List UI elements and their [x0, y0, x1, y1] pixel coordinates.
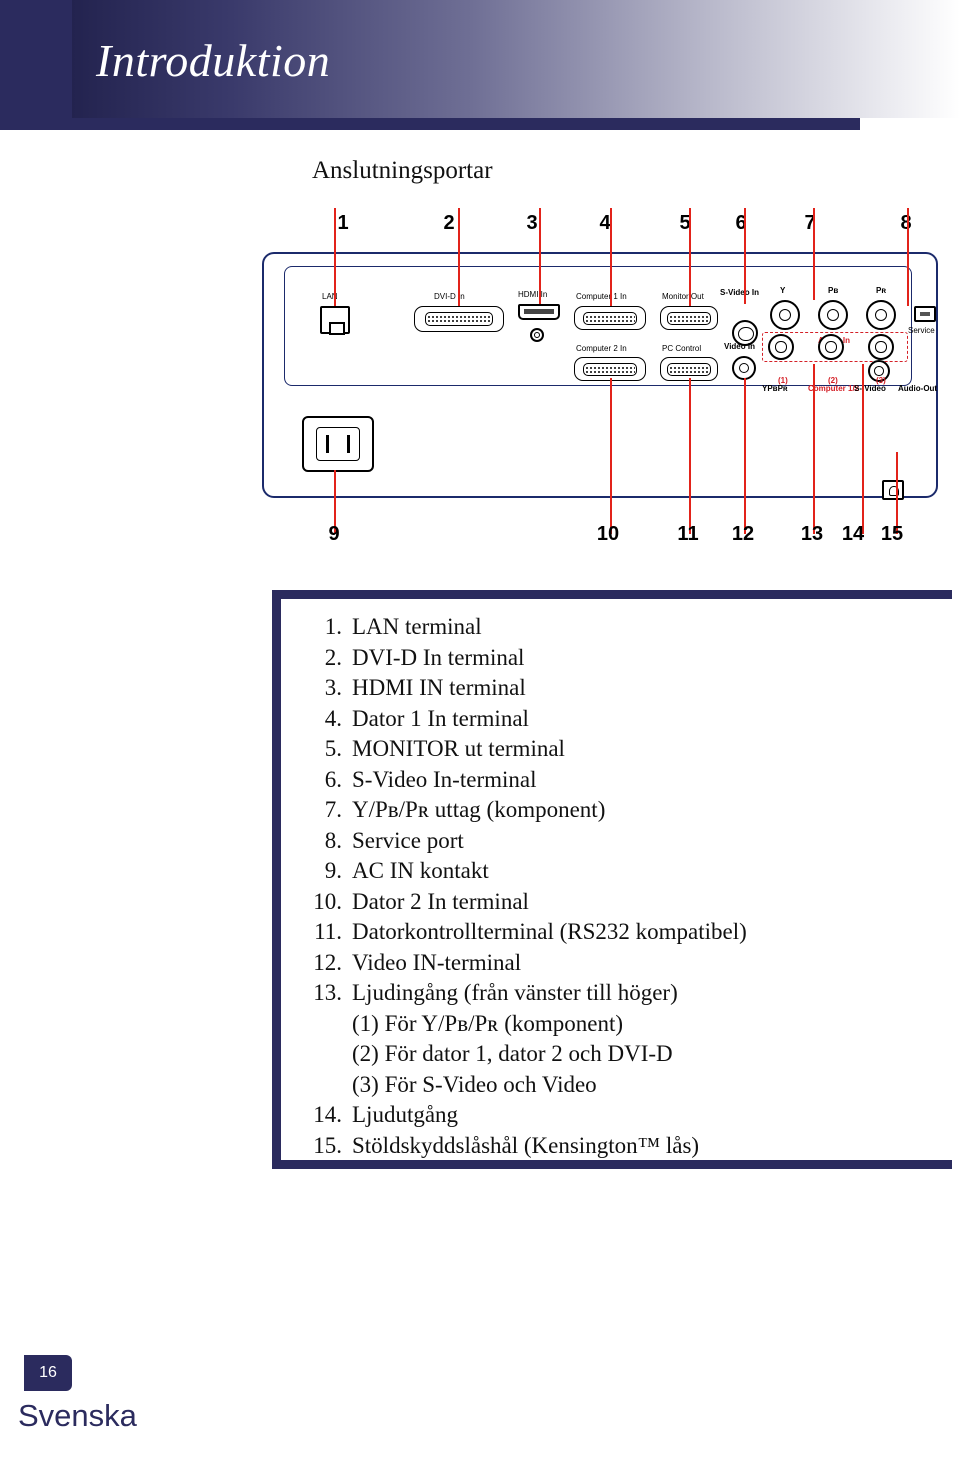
callout-bottom-10: 10: [596, 523, 620, 545]
leader-line-8: [907, 208, 909, 306]
list-item: 2. DVI-D In terminal: [324, 644, 525, 670]
leader-line-1: [334, 208, 336, 306]
list-top-rule: [272, 590, 952, 599]
list-left-rule: [272, 590, 281, 1169]
header-underline-tail: [860, 118, 960, 130]
label-pb: Pв: [828, 286, 839, 295]
label-computer-1-2: Computer 1/2: [808, 384, 860, 393]
video-in-port-icon: [732, 356, 756, 380]
leader-line-5: [689, 208, 691, 306]
page-number-badge: 16: [24, 1355, 72, 1391]
callout-top-4: 4: [599, 212, 611, 234]
header-underline: [0, 118, 860, 130]
label-computer1-in: Computer 1 In: [576, 292, 627, 301]
label-dvid-in: DVI-D In: [434, 292, 465, 301]
leader-line-3: [539, 208, 541, 304]
list-item: 13. Ljudingång (från vänster till höger): [313, 980, 678, 1005]
callout-bottom-12: 12: [731, 523, 755, 545]
list-item: 9. AC IN kontakt: [324, 858, 489, 883]
header-left-block: [0, 0, 72, 118]
list-bottom-rule: [272, 1160, 952, 1169]
list-sub-item: (2) För dator 1, dator 2 och DVI-D: [352, 1041, 673, 1066]
page-title: Introduktion: [96, 35, 331, 86]
audio-in-2-port-icon: [818, 334, 844, 360]
list-item: 11. Datorkontrollterminal (RS232 kompatib…: [314, 919, 747, 944]
service-port-icon: [914, 306, 936, 322]
list-item: 12. Video IN-terminal: [313, 949, 522, 975]
callout-bottom-13: 13: [800, 523, 824, 545]
label-svideo-video: S-/Video: [854, 384, 886, 393]
label-pr: Pʀ: [876, 286, 887, 295]
list-item: 15. Stöldskyddslåshål (Kensington™ lås): [313, 1132, 700, 1158]
list-item: 10. Dator 2 In terminal: [313, 888, 529, 914]
leader-line-4: [610, 208, 612, 306]
audio-in-3-port-icon: [868, 334, 894, 360]
callout-top-8: 8: [900, 212, 912, 234]
dvid-port-icon: [414, 306, 504, 332]
label-monitor-out: Monitor Out: [662, 292, 704, 301]
callout-top-5: 5: [679, 212, 691, 234]
leader-line-6: [744, 208, 746, 304]
page-header: Introduktion: [0, 0, 960, 132]
component-pb-port-icon: [818, 300, 848, 330]
label-service: Service: [908, 326, 935, 335]
port-list: 1. LAN terminal 2. DVI-D In terminal 3. HDM…: [300, 612, 900, 1161]
leader-line-10: [610, 378, 612, 534]
callout-bottom-14: 14: [841, 523, 865, 545]
callout-bottom-9: 9: [328, 523, 340, 545]
component-pr-port-icon: [866, 300, 896, 330]
label-hdmi-in: HDMI In: [518, 290, 548, 299]
list-item: 8. Service port: [324, 827, 464, 853]
list-item: 5. MONITOR ut terminal: [324, 736, 565, 761]
label-computer2-in: Computer 2 In: [576, 344, 627, 353]
list-sub-item: (1) För Y/Pв/Pʀ (komponent): [352, 1010, 624, 1036]
lan-port-icon: [320, 306, 350, 335]
list-item: 6. S-Video In-terminal: [324, 766, 537, 792]
component-y-port-icon: [770, 300, 800, 330]
hdmi-port-icon: [518, 304, 560, 320]
list-item: 4. Dator 1 In terminal: [324, 705, 529, 731]
list-item: 7. Y/Pв/Pʀ uttag (komponent): [324, 797, 606, 822]
label-y: Y: [780, 286, 786, 295]
label-ypbpr: YPвPʀ: [762, 384, 788, 393]
audio-in-1-port-icon: [768, 334, 794, 360]
label-video-in: Video In: [724, 342, 755, 351]
label-audio-out: Audio-Out: [898, 384, 938, 393]
leader-line-13: [813, 364, 815, 534]
leader-line-15: [896, 452, 898, 534]
label-in-1: (1): [778, 376, 788, 385]
ac-in-port-icon: [302, 416, 374, 472]
label-pc-control: PC Control: [662, 344, 702, 353]
label-in-2: (2): [828, 376, 838, 385]
kensington-lock-icon: [882, 480, 904, 500]
connection-ports-diagram: LAN DVI-D In HDMI In Computer 1 In Compu…: [262, 208, 942, 534]
callout-bottom-15: 15: [880, 523, 904, 545]
computer1-in-port-icon: [574, 306, 646, 330]
label-in-3: (3): [876, 376, 886, 385]
callout-bottom-11: 11: [677, 523, 699, 545]
footer-language: Svenska: [18, 1398, 137, 1433]
section-heading: Anslutningsportar: [312, 157, 493, 184]
leader-line-12: [744, 378, 746, 534]
list-item: 3. HDMI IN terminal: [324, 675, 526, 700]
label-svideo-in: S-Video In: [720, 288, 759, 297]
list-item: 1. LAN terminal: [324, 614, 482, 639]
leader-line-14: [862, 364, 864, 534]
callout-top-7: 7: [804, 212, 816, 234]
list-item: 14. Ljudutgång: [313, 1102, 459, 1127]
monitor-out-port-icon: [660, 306, 718, 330]
leader-line-2: [458, 208, 460, 306]
leader-line-7: [813, 208, 815, 300]
callout-top-6: 6: [735, 212, 747, 234]
hdmi-ground-screw-icon: [530, 328, 544, 342]
list-sub-item: (3) För S-Video och Video: [352, 1071, 597, 1097]
leader-line-11: [689, 378, 691, 534]
